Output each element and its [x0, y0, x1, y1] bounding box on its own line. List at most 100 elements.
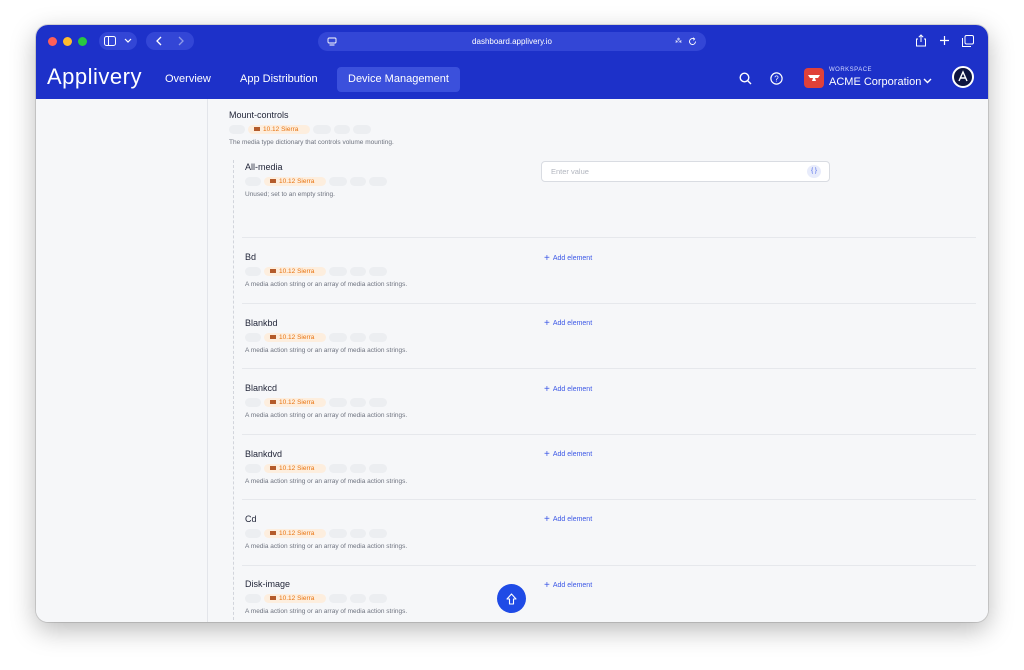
- item-description: Unused; set to an empty string.: [245, 191, 335, 198]
- ios-badge: [229, 125, 245, 134]
- close-window-button[interactable]: [48, 37, 57, 46]
- add-element-label: Add element: [552, 516, 593, 523]
- back-button[interactable]: [155, 36, 163, 46]
- tvos-badge: [329, 464, 347, 473]
- visionos-badge: [353, 125, 371, 134]
- item-description: A media action string or an array of med…: [245, 281, 408, 288]
- plus-icon: +: [544, 253, 550, 264]
- tvos-badge: [313, 125, 331, 134]
- row-divider: [242, 368, 976, 369]
- watchos-badge: [350, 333, 366, 342]
- visionos-badge: [369, 398, 387, 407]
- watchos-badge: [350, 529, 366, 538]
- plus-icon: +: [544, 514, 550, 525]
- tvos-badge: [329, 177, 347, 186]
- translate-icon[interactable]: ⁂: [675, 32, 682, 51]
- chevron-down-icon[interactable]: [923, 78, 932, 84]
- macos-badge: 10.12 Sierra: [264, 529, 326, 538]
- value-input-placeholder: Enter value: [551, 167, 589, 176]
- item-name: Bd: [245, 252, 257, 262]
- laptop-icon: [270, 400, 276, 404]
- tabs-overview-icon[interactable]: [962, 35, 974, 47]
- macos-badge: 10.12 Sierra: [264, 267, 326, 276]
- item-name: Blankbd: [245, 318, 278, 328]
- ios-badge: [245, 464, 261, 473]
- add-element-button[interactable]: + Add element: [544, 318, 592, 329]
- tvos-badge: [329, 333, 347, 342]
- app-logo[interactable]: Applivery: [47, 64, 142, 90]
- reload-icon[interactable]: [688, 37, 697, 46]
- browser-titlebar: dashboard.applivery.io ⁂: [36, 25, 988, 57]
- plus-icon: +: [544, 318, 550, 329]
- add-element-button[interactable]: + Add element: [544, 580, 592, 591]
- item-description: A media action string or an array of med…: [245, 412, 408, 419]
- section-title: Mount-controls: [229, 110, 289, 120]
- os-badges: 10.12 Sierra: [245, 529, 395, 538]
- search-icon[interactable]: [739, 72, 752, 85]
- macos-version: 10.12 Sierra: [279, 465, 315, 472]
- os-badges: 10.12 Sierra: [245, 398, 395, 407]
- os-badges: 10.12 Sierra: [245, 267, 395, 276]
- add-element-button[interactable]: + Add element: [544, 253, 592, 264]
- minimize-window-button[interactable]: [63, 37, 72, 46]
- watchos-badge: [350, 594, 366, 603]
- nav-device-management[interactable]: Device Management: [337, 67, 460, 92]
- scroll-to-top-button[interactable]: [497, 584, 526, 613]
- watchos-badge: [350, 177, 366, 186]
- user-avatar[interactable]: [952, 66, 974, 88]
- maximize-window-button[interactable]: [78, 37, 87, 46]
- visionos-badge: [369, 464, 387, 473]
- new-tab-icon[interactable]: [939, 35, 950, 46]
- laptop-icon: [270, 269, 276, 273]
- workspace-name[interactable]: ACME Corporation: [829, 76, 921, 88]
- nesting-guide: [233, 160, 234, 622]
- visionos-badge: [369, 177, 387, 186]
- curly-braces-icon[interactable]: { }: [807, 165, 821, 178]
- macos-version: 10.12 Sierra: [279, 334, 315, 341]
- nav-app-distribution[interactable]: App Distribution: [229, 67, 329, 92]
- os-badges: 10.12 Sierra: [245, 594, 395, 603]
- item-description: A media action string or an array of med…: [245, 347, 408, 354]
- sidebar-toggle-button[interactable]: [99, 32, 137, 50]
- tvos-badge: [329, 398, 347, 407]
- plus-icon: +: [544, 384, 550, 395]
- row-divider: [242, 237, 976, 238]
- item-name: Cd: [245, 514, 257, 524]
- row-divider: [242, 434, 976, 435]
- visionos-badge: [369, 267, 387, 276]
- item-name: Disk-image: [245, 579, 291, 589]
- add-element-label: Add element: [552, 320, 593, 327]
- add-element-button[interactable]: + Add element: [544, 449, 592, 460]
- visionos-badge: [369, 333, 387, 342]
- macos-version: 10.12 Sierra: [279, 268, 315, 275]
- tvos-badge: [329, 267, 347, 276]
- macos-version: 10.12 Sierra: [279, 595, 315, 602]
- value-input[interactable]: Enter value { }: [541, 161, 830, 182]
- watchos-badge: [350, 267, 366, 276]
- share-icon[interactable]: [915, 34, 927, 47]
- history-nav-group: [146, 32, 194, 50]
- item-name: Blankcd: [245, 383, 278, 393]
- sidebar-divider: [207, 99, 208, 622]
- plus-icon: +: [544, 580, 550, 591]
- svg-text:?: ?: [774, 74, 779, 83]
- help-icon[interactable]: ?: [770, 72, 783, 85]
- ios-badge: [245, 267, 261, 276]
- add-element-button[interactable]: + Add element: [544, 384, 592, 395]
- address-bar[interactable]: dashboard.applivery.io ⁂: [318, 32, 706, 51]
- plus-icon: +: [544, 449, 550, 460]
- macos-badge: 10.12 Sierra: [264, 333, 326, 342]
- forward-button[interactable]: [177, 36, 185, 46]
- add-element-button[interactable]: + Add element: [544, 514, 592, 525]
- macos-badge: 10.12 Sierra: [264, 464, 326, 473]
- item-description: A media action string or an array of med…: [245, 478, 408, 485]
- row-divider: [242, 565, 976, 566]
- browser-window: dashboard.applivery.io ⁂ Applivery Overv…: [36, 25, 988, 622]
- macos-version: 10.12 Sierra: [279, 530, 315, 537]
- item-name: All-media: [245, 162, 283, 172]
- laptop-icon: [270, 531, 276, 535]
- nav-overview[interactable]: Overview: [154, 67, 222, 92]
- avatar-logo-icon: [958, 70, 968, 82]
- laptop-icon: [270, 466, 276, 470]
- macos-badge: 10.12 Sierra: [248, 125, 310, 134]
